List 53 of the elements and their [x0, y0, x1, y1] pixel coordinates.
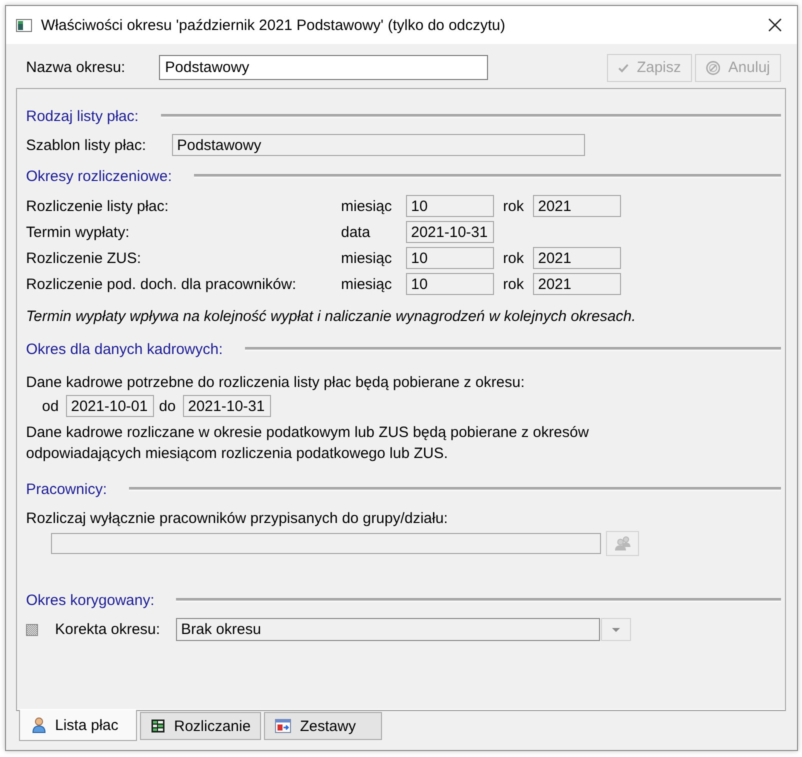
checkbox-label: Korekta okresu: [55, 621, 162, 638]
check-icon [618, 62, 629, 74]
date-field[interactable]: 2021-10-31 [183, 395, 271, 417]
caret-icon [612, 628, 620, 632]
read-only-field[interactable]: 2021-10-31 [406, 221, 494, 243]
read-only-field[interactable]: 2021 [533, 273, 621, 295]
person-icon [32, 717, 46, 733]
tab[interactable]: Rozliczanie [140, 712, 261, 740]
tab[interactable]: Lista płac [19, 710, 137, 741]
cancel-icon [706, 60, 720, 76]
close-button[interactable] [768, 18, 782, 32]
read-only-field[interactable]: 2021 [533, 247, 621, 269]
window-icon [16, 18, 32, 32]
field-label: Rozliczenie pod. doch. dla pracowników: [26, 276, 298, 292]
read-only-field[interactable]: 2021 [533, 195, 621, 217]
section-heading: Pracownicy: [26, 480, 107, 498]
field-label: Termin wypłaty: [26, 224, 130, 240]
read-only-field[interactable]: 10 [406, 247, 494, 269]
name-input[interactable]: Podstawowy [159, 55, 488, 80]
description-text: Dane kadrowe potrzebne do rozliczenia listy płac będą pobierane z okresu: [26, 372, 526, 392]
tab[interactable]: Zestawy [264, 712, 382, 740]
field-label: miesiąc [341, 198, 393, 214]
section-heading: Okres dla danych kadrowych: [26, 340, 223, 358]
field-label: rok [503, 276, 525, 292]
read-only-field[interactable]: 10 [406, 195, 494, 217]
field-label: Nazwa okresu: [26, 59, 126, 76]
field-label: data [341, 224, 372, 240]
field-label: do [159, 398, 177, 414]
group-field[interactable] [51, 533, 601, 554]
people-icon [614, 536, 632, 551]
section-heading: Okres korygowany: [26, 592, 154, 608]
note-text: Termin wypłaty wpływa na kolejność wypłat i naliczanie wynagrodzeń w kolejnych okresach. [26, 306, 637, 326]
read-only-field[interactable]: 10 [406, 273, 494, 295]
dropdown-field[interactable]: Brak okresu [176, 618, 600, 641]
close-icon [768, 18, 782, 32]
field-label: rok [503, 198, 525, 214]
date-field[interactable]: 2021-10-01 [66, 395, 154, 417]
field-label: Rozliczenie listy płac: [26, 198, 170, 214]
field-label: miesiąc [341, 276, 393, 292]
field-label: od [42, 398, 60, 414]
field-label: Szablon listy płac: [26, 136, 148, 154]
window-icon [275, 719, 291, 733]
field-label: rok [503, 250, 525, 266]
window-title: Właściwości okresu 'październik 2021 Podstawowy' (tylko do odczytu) [41, 16, 506, 34]
section-heading: Okresy rozliczeniowe: [26, 168, 172, 184]
field-label: Rozliczenie ZUS: [26, 250, 142, 266]
description-text: Dane kadrowe rozliczane w okresie podatkowym lub ZUS będą pobierane z okresów odpowiadających miesiącom rozliczenia podatkowego lub ZUS. [26, 423, 590, 464]
dropdown-button[interactable] [601, 618, 631, 641]
field-label: Rozliczaj wyłącznie pracowników przypisanych do grupy/działu: [26, 508, 449, 528]
template-field[interactable]: Podstawowy [172, 134, 585, 156]
spreadsheet-icon [151, 719, 165, 733]
section-heading: Rodzaj listy płac: [26, 108, 139, 124]
field-label: miesiąc [341, 250, 393, 266]
